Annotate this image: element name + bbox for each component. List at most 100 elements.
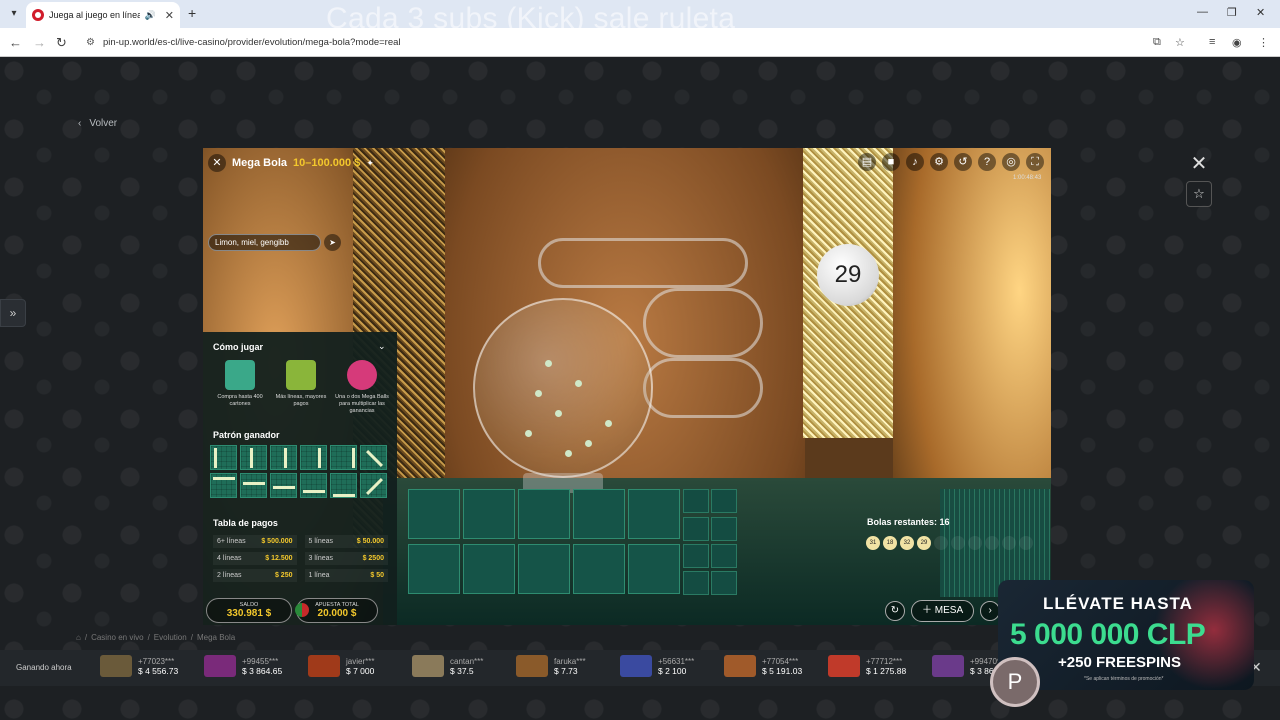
browser-tab[interactable]: Juega al juego en línea Meg 🔊 ✕ — [26, 2, 180, 28]
winner-item[interactable]: javier*** $ 7 000 — [308, 655, 374, 677]
forward-arrow-icon[interactable]: → — [33, 35, 46, 50]
send-icon[interactable]: ➤ — [324, 234, 341, 251]
new-tab-icon[interactable]: + — [188, 5, 196, 21]
winner-item[interactable]: +56631*** $ 2 100 — [620, 655, 694, 677]
bingo-card-mini[interactable] — [711, 544, 737, 568]
pattern-card — [300, 445, 327, 470]
game-thumbnail — [308, 655, 340, 677]
winner-item[interactable]: +77023*** $ 4 556.73 — [100, 655, 178, 677]
tab-search-icon[interactable]: ▾ — [6, 6, 22, 22]
pattern-card — [270, 445, 297, 470]
ball-globe — [473, 298, 653, 478]
url-text[interactable]: pin-up.world/es-cl/live-casino/provider/… — [103, 37, 401, 48]
bingo-card[interactable] — [573, 489, 625, 539]
step-more-lines: Más líneas, mayores pagos — [272, 360, 330, 415]
menu-dots-icon[interactable]: ⋮ — [1258, 36, 1269, 49]
bingo-card-mini[interactable] — [683, 544, 709, 568]
winner-item[interactable]: +77054*** $ 5 191.03 — [724, 655, 802, 677]
paytable-row: 6+ líneas $ 500.000 — [213, 535, 297, 548]
window-close-icon[interactable]: ✕ — [1256, 6, 1265, 19]
chat-input[interactable]: Limon, miel, gengibb — [208, 234, 321, 251]
game-thumbnail — [724, 655, 756, 677]
winner-item[interactable]: cantan*** $ 37.5 — [412, 655, 483, 677]
pattern-card — [330, 473, 357, 498]
bingo-card-mini[interactable] — [683, 517, 709, 541]
step-mega-balls: Una o dos Mega Balls para multiplicar la… — [333, 360, 391, 415]
url-field[interactable]: ⚙ pin-up.world/es-cl/live-casino/provide… — [76, 32, 1196, 53]
ball — [605, 420, 612, 427]
bingo-card-mini[interactable] — [711, 571, 737, 595]
bingo-card-mini[interactable] — [683, 571, 709, 595]
breadcrumb-item[interactable]: Casino en vivo — [91, 633, 143, 642]
drawn-ball-chip: 31 — [866, 536, 880, 550]
pattern-card — [210, 473, 237, 498]
speaker-icon[interactable]: 🔊 — [145, 10, 156, 21]
reload-icon[interactable]: ↻ — [56, 35, 67, 51]
winner-item[interactable]: +99455*** $ 3 864.65 — [204, 655, 282, 677]
settings-icon[interactable]: ⚙ — [930, 153, 948, 171]
chip-icon — [295, 603, 309, 617]
ball — [585, 440, 592, 447]
fullscreen-icon[interactable]: ⛶ — [1026, 153, 1044, 171]
pinup-logo-icon[interactable]: P — [990, 657, 1040, 707]
bingo-cards — [408, 489, 848, 597]
media-icon[interactable]: ≡ — [1209, 36, 1215, 48]
home-icon[interactable]: ⌂ — [76, 633, 81, 642]
close-icon[interactable]: ✕ — [208, 154, 226, 172]
browser-tab-bar: ▾ Juega al juego en línea Meg 🔊 ✕ + Cada… — [0, 0, 1280, 35]
total-bet-value: 20.000 $ — [317, 608, 357, 619]
bingo-card[interactable] — [628, 489, 680, 539]
game-header: ✕ Mega Bola 10–100.000 $ ✦ — [208, 154, 374, 172]
lines-icon — [286, 360, 316, 390]
bingo-card[interactable] — [628, 544, 680, 594]
chat-toggle-icon[interactable]: ↻ — [885, 601, 905, 621]
help-icon[interactable]: ? — [978, 153, 996, 171]
paytable-row: 1 línea $ 50 — [304, 569, 388, 582]
drawn-balls: 31 18 32 29 — [866, 536, 1033, 550]
history-icon[interactable]: ↺ — [954, 153, 972, 171]
chevron-down-icon[interactable]: ⌄ — [378, 341, 386, 352]
favorite-star-icon[interactable]: ☆ — [1186, 181, 1212, 207]
table-button[interactable]: ＋ MESA — [911, 600, 975, 622]
bingo-card-mini[interactable] — [711, 517, 737, 541]
tab-close-icon[interactable]: ✕ — [165, 9, 174, 22]
game-thumbnail — [516, 655, 548, 677]
bingo-card-mini[interactable] — [711, 489, 737, 513]
winner-item[interactable]: faruka*** $ 7.73 — [516, 655, 586, 677]
pattern-card — [360, 445, 387, 470]
ball — [545, 360, 552, 367]
pin-icon[interactable]: ✦ — [366, 158, 374, 169]
maximize-icon[interactable]: ❐ — [1227, 6, 1237, 19]
bingo-card[interactable] — [408, 489, 460, 539]
pinup-favicon-icon — [32, 9, 44, 21]
bingo-card[interactable] — [463, 544, 515, 594]
site-info-icon[interactable]: ⚙ — [86, 37, 95, 48]
breadcrumb-item[interactable]: Evolution — [154, 633, 187, 642]
game-title: Mega Bola — [232, 157, 288, 169]
bingo-card[interactable] — [518, 544, 570, 594]
game-range: 10–100.000 $ — [293, 157, 361, 169]
bingo-card[interactable] — [518, 489, 570, 539]
bookmark-star-icon[interactable]: ☆ — [1175, 36, 1185, 49]
expand-sidebar-button[interactable]: » — [0, 299, 26, 327]
winner-item[interactable]: +77712*** $ 1 275.88 — [828, 655, 906, 677]
back-link[interactable]: ‹ Volver — [78, 118, 117, 129]
lobby-icon[interactable]: ◎ — [1002, 153, 1020, 171]
bingo-card[interactable] — [573, 544, 625, 594]
game-thumbnail — [100, 655, 132, 677]
bingo-card[interactable] — [408, 544, 460, 594]
profile-icon[interactable]: ◉ — [1232, 36, 1242, 49]
back-arrow-icon[interactable]: ← — [9, 35, 22, 50]
install-icon[interactable]: ⧉ — [1153, 36, 1161, 49]
bingo-card[interactable] — [463, 489, 515, 539]
ball — [525, 430, 532, 437]
paytable-row: 2 líneas $ 250 — [213, 569, 297, 582]
casino-page: ‹ Volver » 29 ✕ Mega Bola 10–100.000 $ ✦… — [0, 57, 1280, 720]
close-game-icon[interactable]: ✕ — [1186, 152, 1212, 178]
bingo-card-mini[interactable] — [683, 489, 709, 513]
minimize-icon[interactable]: — — [1197, 6, 1208, 18]
sound-icon[interactable]: ♪ — [906, 153, 924, 171]
drawn-ball: 29 — [817, 244, 879, 306]
video-icon[interactable]: ■ — [882, 153, 900, 171]
chat-icon[interactable]: ▤ — [858, 153, 876, 171]
